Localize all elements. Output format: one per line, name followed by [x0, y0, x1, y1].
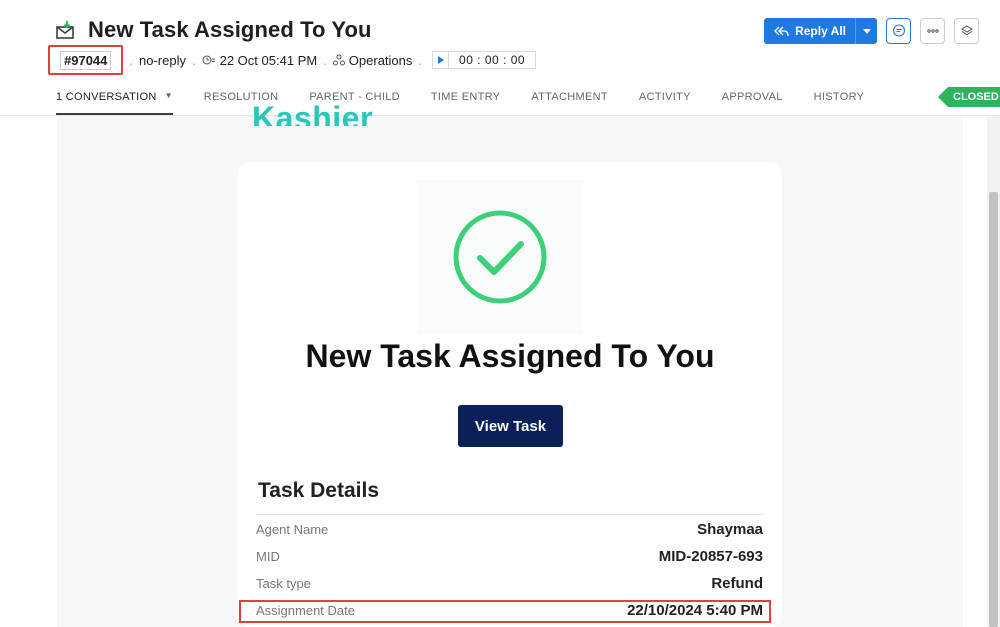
ticket-timer[interactable]: 00 : 00 : 00 [432, 51, 537, 69]
scrollbar-thumb[interactable] [989, 192, 998, 627]
tab-attachment[interactable]: ATTACHMENT [531, 85, 608, 115]
separator: . [129, 52, 134, 68]
separator: . [191, 52, 196, 68]
caret-down-icon [862, 28, 871, 34]
title-row: New Task Assigned To You [55, 17, 372, 43]
view-task-button[interactable]: View Task [458, 405, 563, 447]
checkmark-circle-icon [453, 210, 547, 304]
ticket-id[interactable]: #97044 [48, 45, 124, 75]
brand-logo: Kashier [252, 104, 374, 126]
tab-history[interactable]: HISTORY [814, 85, 865, 115]
ticket-datetime: 22 Oct 05:41 PM [202, 52, 318, 68]
separator: . [323, 52, 327, 68]
tab-conversation[interactable]: 1 CONVERSATION ▼ [56, 85, 173, 115]
detail-label: Task type [256, 575, 311, 591]
tab-label: RESOLUTION [203, 91, 279, 103]
ticket-id-label: #97044 [60, 50, 112, 70]
ticket-department[interactable]: Operations [332, 52, 413, 68]
department-icon [332, 54, 345, 66]
email-card: New Task Assigned To You View Task Task … [238, 162, 782, 627]
task-details-heading: Task Details [258, 479, 380, 502]
reply-all-label: Reply All [795, 24, 846, 38]
reply-all-button[interactable]: Reply All [764, 18, 877, 44]
divider [256, 514, 763, 515]
datetime-text: 22 Oct 05:41 PM [219, 52, 318, 68]
department-text: Operations [348, 52, 413, 68]
detail-label: Agent Name [256, 521, 329, 537]
tab-label: TIME ENTRY [430, 91, 501, 103]
status-badge: CLOSED [938, 87, 1000, 107]
tab-approval[interactable]: APPROVAL [722, 85, 783, 115]
brand-logo-text: Kashier [252, 104, 373, 126]
detail-value: MID-20857-693 [658, 547, 763, 565]
reply-all-main[interactable]: Reply All [764, 18, 855, 44]
tab-label: ACTIVITY [638, 91, 691, 103]
ticket-header: New Task Assigned To You #97044 . no-rep… [0, 0, 1000, 116]
comment-icon [892, 24, 905, 37]
more-icon [926, 29, 939, 33]
detail-row-mid: MID MID-20857-693 [256, 546, 763, 566]
detail-value: Shaymaa [697, 520, 763, 538]
more-options-button[interactable] [920, 18, 945, 44]
layers-button[interactable] [954, 18, 979, 44]
ticket-tabs: 1 CONVERSATION ▼ RESOLUTION PARENT - CHI… [56, 85, 895, 115]
tab-label: ATTACHMENT [531, 91, 608, 103]
clock-icon [202, 55, 215, 65]
tab-label: PARENT - CHILD [309, 91, 400, 103]
detail-row-task-type: Task type Refund [256, 573, 763, 593]
tab-label: APPROVAL [721, 91, 783, 103]
play-icon[interactable] [433, 52, 450, 68]
left-gutter [0, 116, 57, 627]
detail-value: Refund [711, 574, 763, 592]
assignment-date-highlight [239, 600, 771, 623]
tab-activity[interactable]: ACTIVITY [639, 85, 691, 115]
right-gutter [963, 116, 987, 627]
header-actions: Reply All [764, 18, 979, 44]
ticket-meta: #97044 . no-reply . 22 Oct 05:41 PM . Op… [48, 45, 537, 75]
comment-button[interactable] [886, 18, 911, 44]
ticket-title: New Task Assigned To You [88, 17, 372, 42]
reply-dropdown-button[interactable] [855, 18, 877, 44]
ticket-from[interactable]: no-reply [139, 53, 186, 68]
email-received-icon [55, 20, 75, 40]
detail-label: MID [256, 548, 280, 564]
detail-row-agent-name: Agent Name Shaymaa [256, 519, 763, 539]
tab-time-entry[interactable]: TIME ENTRY [431, 85, 500, 115]
success-check-area [417, 180, 583, 334]
email-heading: New Task Assigned To You [305, 338, 715, 374]
timer-value: 00 : 00 : 00 [459, 53, 526, 67]
layers-icon [960, 25, 973, 36]
separator: . [418, 52, 423, 68]
tab-label: 1 CONVERSATION [56, 91, 157, 103]
reply-all-icon [774, 26, 789, 37]
chevron-down-icon[interactable]: ▼ [165, 91, 173, 100]
tab-label: HISTORY [813, 91, 865, 103]
